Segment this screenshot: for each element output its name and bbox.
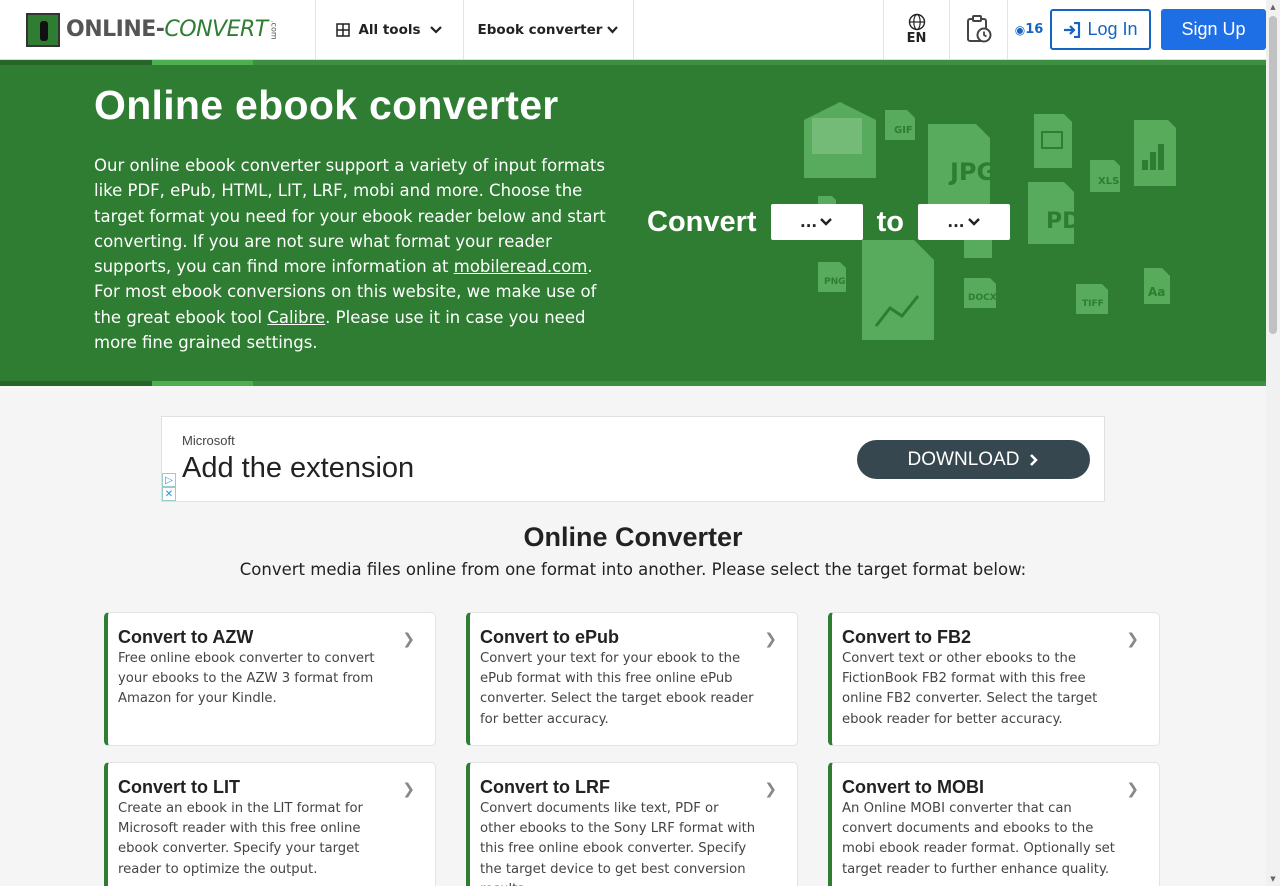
ebook-converter-label: Ebook converter: [477, 21, 603, 38]
card-title: Convert to FB2: [842, 627, 972, 647]
hero-stripe-bottom: [0, 381, 1266, 386]
target-format-select[interactable]: ...: [917, 204, 1010, 240]
pdf-badge: PDF: [1046, 209, 1095, 234]
language-selector[interactable]: EN: [884, 0, 950, 59]
card-convert-epub[interactable]: Convert to ePub Convert your text for yo…: [466, 612, 798, 746]
chevron-right-icon: ❯: [764, 780, 777, 798]
card-convert-lit[interactable]: Convert to LIT Create an ebook in the LI…: [104, 762, 436, 886]
convert-label: Convert: [647, 205, 757, 238]
login-label: Log In: [1087, 19, 1138, 39]
hero-desc-end-1: .: [587, 257, 593, 277]
ad-brand: Microsoft: [182, 433, 235, 448]
chevron-down-icon: [607, 25, 619, 34]
png-badge: PNG: [824, 277, 846, 287]
card-title: Convert to MOBI: [842, 777, 984, 797]
card-description: Convert text or other ebooks to the Fict…: [842, 651, 1098, 727]
credits-count: 16: [1025, 22, 1044, 37]
card-description: Create an ebook in the LIT format for Mi…: [118, 801, 363, 877]
docx-badge: DOCX: [968, 293, 997, 303]
hero-stripe-top: [0, 60, 1266, 65]
chevron-down-icon: [967, 218, 980, 226]
language-code: EN: [906, 31, 927, 46]
source-format-value: ...: [800, 213, 818, 231]
section-subtitle: Convert media files online from one form…: [239, 560, 1027, 579]
chevron-right-icon: ❯: [764, 630, 777, 648]
logo-icon: [26, 12, 60, 47]
ad-close-icon[interactable]: ✕: [162, 487, 176, 501]
card-convert-azw[interactable]: Convert to AZW Free online ebook convert…: [104, 612, 436, 746]
card-description: Convert documents like text, PDF or othe…: [480, 801, 756, 886]
chevron-right-icon: ❯: [402, 780, 415, 798]
page-scrollbar[interactable]: ▲ ▼: [1266, 0, 1280, 886]
card-title: Convert to LRF: [480, 777, 610, 797]
card-convert-mobi[interactable]: Convert to MOBI An Online MOBI converter…: [828, 762, 1160, 886]
clipboard-clock-icon: [966, 14, 991, 42]
all-tools-menu[interactable]: All tools: [316, 0, 464, 59]
history-button[interactable]: [950, 0, 1008, 59]
xls-badge: XLS: [1098, 176, 1119, 187]
coins-icon: ◉: [1014, 22, 1026, 37]
to-label: to: [876, 205, 904, 238]
card-convert-fb2[interactable]: Convert to FB2 Convert text or other ebo…: [828, 612, 1160, 746]
card-description: Convert your text for your ebook to the …: [480, 651, 754, 727]
logo-com: .com: [269, 19, 279, 40]
ad-download-label: DOWNLOAD: [907, 448, 1020, 470]
login-icon: [1064, 21, 1081, 38]
all-tools-label: All tools: [358, 21, 421, 38]
globe-icon: [908, 13, 925, 31]
card-title: Convert to LIT: [118, 777, 240, 797]
credits-indicator[interactable]: ◉ 16: [1008, 0, 1050, 59]
ad-download-button[interactable]: DOWNLOAD: [857, 440, 1090, 479]
chevron-down-icon: [820, 218, 832, 226]
ebook-converter-menu[interactable]: Ebook converter: [464, 0, 634, 59]
hero-banner: GIF JPG PDF XLS PNG DOCX TIFF Aa Online …: [0, 60, 1266, 386]
card-convert-lrf[interactable]: Convert to LRF Convert documents like te…: [466, 762, 798, 886]
nav-spacer: [634, 0, 884, 59]
scroll-thumb[interactable]: [1269, 16, 1277, 334]
chevron-down-icon: [429, 25, 442, 34]
advertisement[interactable]: Microsoft Add the extension DOWNLOAD ▷ ✕: [161, 416, 1105, 502]
hero-description: Our online ebook converter support a var…: [94, 153, 619, 355]
card-description: Free online ebook converter to convert y…: [118, 651, 375, 707]
logo-wordmark: ONLINE-CONVERT: [66, 17, 268, 42]
calibre-link[interactable]: Calibre: [267, 308, 325, 327]
section-title: Online Converter: [523, 522, 743, 552]
card-title: Convert to AZW: [118, 627, 254, 647]
converter-cards: Convert to AZW Free online ebook convert…: [104, 612, 1160, 886]
card-description: An Online MOBI converter that can conver…: [842, 801, 1115, 877]
font-badge: Aa: [1148, 285, 1165, 299]
ad-title: Add the extension: [182, 452, 415, 484]
source-format-select[interactable]: ...: [770, 204, 863, 240]
login-button[interactable]: Log In: [1050, 9, 1151, 50]
tiff-badge: TIFF: [1082, 299, 1104, 309]
chevron-right-icon: ❯: [402, 630, 415, 648]
scroll-up-icon[interactable]: ▲: [1269, 3, 1277, 11]
chevron-right-icon: [1030, 453, 1039, 466]
jpg-badge: JPG: [948, 158, 996, 186]
scroll-down-icon[interactable]: ▼: [1269, 875, 1277, 883]
ad-choices: ▷ ✕: [162, 473, 177, 501]
mobileread-link[interactable]: mobileread.com: [454, 257, 588, 276]
signup-label: Sign Up: [1181, 19, 1246, 39]
chevron-right-icon: ❯: [1126, 630, 1139, 648]
signup-button[interactable]: Sign Up: [1161, 9, 1266, 50]
target-format-value: ...: [947, 213, 965, 231]
grid-icon: [336, 22, 351, 37]
quick-convert: Convert ... to ...: [647, 204, 1010, 240]
hero-title: Online ebook converter: [94, 82, 559, 128]
site-logo[interactable]: ONLINE-CONVERT .com: [0, 0, 316, 59]
top-navigation: ONLINE-CONVERT .com All tools Ebook conv…: [0, 0, 1266, 60]
gif-badge: GIF: [894, 125, 913, 136]
card-title: Convert to ePub: [480, 627, 620, 647]
ad-info-icon[interactable]: ▷: [162, 473, 176, 487]
chevron-right-icon: ❯: [1126, 780, 1139, 798]
